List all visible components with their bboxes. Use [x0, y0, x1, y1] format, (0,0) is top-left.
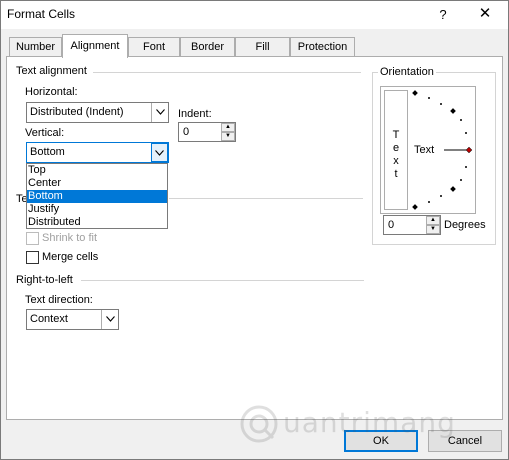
- tab-border[interactable]: Border: [180, 37, 235, 57]
- vertical-option-distributed[interactable]: Distributed: [27, 216, 167, 229]
- shrink-to-fit-checkbox[interactable]: [26, 232, 39, 245]
- indent-spinner[interactable]: 0 ▲ ▼: [178, 122, 236, 142]
- vertical-option-justify[interactable]: Justify: [27, 203, 167, 216]
- text-direction-select[interactable]: Context: [26, 309, 119, 330]
- orientation-dial[interactable]: Text: [411, 87, 475, 213]
- horizontal-label: Horizontal:: [25, 86, 78, 98]
- degrees-value: 0: [388, 219, 395, 231]
- vertical-option-center[interactable]: Center: [27, 177, 167, 190]
- shrink-to-fit-label: Shrink to fit: [42, 232, 98, 244]
- tab-font[interactable]: Font: [128, 37, 180, 57]
- text-alignment-heading: Text alignment: [16, 65, 87, 77]
- tab-protection[interactable]: Protection: [290, 37, 355, 57]
- vertical-label: Vertical:: [25, 127, 65, 139]
- vertical-value: Bottom: [30, 146, 65, 158]
- vertical-text-letter: T: [392, 129, 400, 141]
- watermark: uantrimang: [239, 404, 455, 444]
- close-button[interactable]: ✕: [473, 4, 497, 24]
- spin-down-icon[interactable]: ▼: [426, 225, 440, 234]
- horizontal-select[interactable]: Distributed (Indent): [26, 102, 169, 123]
- degrees-label: Degrees: [444, 219, 486, 231]
- orientation-heading: Orientation: [378, 66, 436, 78]
- format-cells-dialog: Format Cells ? ✕ Number Alignment Font B…: [0, 0, 509, 460]
- spin-down-icon[interactable]: ▼: [221, 132, 235, 141]
- vertical-text-letter: t: [394, 168, 398, 180]
- section-divider: [81, 280, 364, 281]
- vertical-text-button[interactable]: T e x t: [384, 90, 408, 210]
- section-divider: [169, 198, 363, 199]
- vertical-option-top[interactable]: Top: [27, 164, 167, 177]
- orientation-box: T e x t Text: [380, 86, 476, 214]
- merge-cells-label: Merge cells: [42, 251, 99, 263]
- tab-fill[interactable]: Fill: [235, 37, 290, 57]
- title-bar: Format Cells ? ✕: [1, 1, 508, 29]
- tab-alignment[interactable]: Alignment: [62, 34, 128, 58]
- dial-text-label: Text: [414, 144, 435, 156]
- indent-spin-buttons: ▲ ▼: [221, 123, 235, 141]
- indent-value: 0: [183, 126, 190, 138]
- chevron-down-icon[interactable]: [151, 143, 168, 162]
- dialog-title: Format Cells: [7, 7, 76, 21]
- text-direction-label: Text direction:: [25, 294, 93, 306]
- degrees-spinner[interactable]: 0 ▲ ▼: [383, 215, 441, 235]
- vertical-text-letter: x: [393, 155, 399, 167]
- indent-label: Indent:: [178, 108, 212, 120]
- chevron-down-icon[interactable]: [101, 310, 118, 329]
- vertical-text-letter: e: [392, 142, 400, 154]
- chevron-down-icon[interactable]: [151, 103, 168, 122]
- section-divider: [93, 72, 361, 73]
- watermark-text: uantrimang: [283, 406, 456, 439]
- spin-up-icon[interactable]: ▲: [221, 123, 235, 132]
- text-direction-value: Context: [30, 313, 68, 325]
- horizontal-value: Distributed (Indent): [30, 106, 124, 118]
- tab-number[interactable]: Number: [9, 37, 62, 57]
- vertical-dropdown-list: Top Center Bottom Justify Distributed: [26, 163, 168, 229]
- spin-up-icon[interactable]: ▲: [426, 216, 440, 225]
- right-to-left-heading: Right-to-left: [16, 274, 73, 286]
- watermark-logo-icon: [240, 405, 278, 443]
- help-button[interactable]: ?: [433, 5, 453, 25]
- degrees-spin-buttons: ▲ ▼: [426, 216, 440, 234]
- merge-cells-checkbox[interactable]: [26, 251, 39, 264]
- vertical-option-bottom[interactable]: Bottom: [27, 190, 167, 203]
- vertical-select[interactable]: Bottom: [26, 142, 169, 163]
